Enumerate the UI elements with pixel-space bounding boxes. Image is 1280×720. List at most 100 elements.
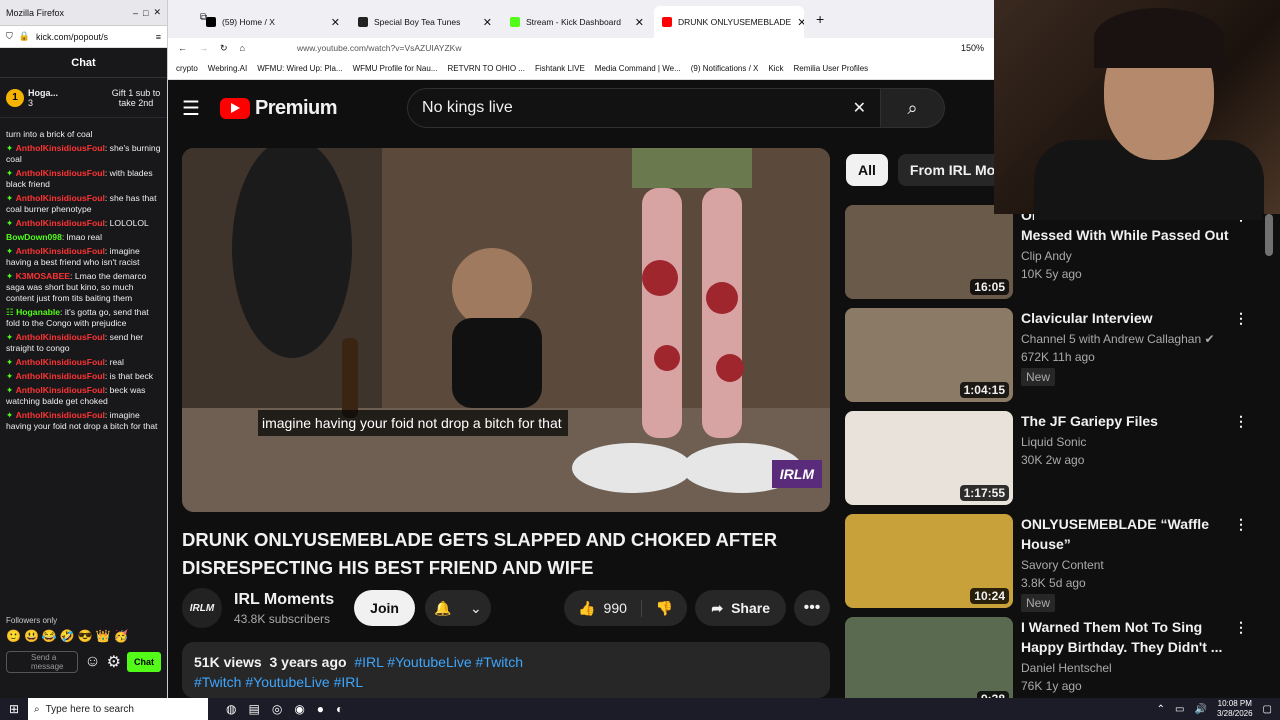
- chat-username[interactable]: AntholKinsidiousFoul: [16, 357, 105, 367]
- chrome-icon[interactable]: ◎: [272, 702, 282, 716]
- emote[interactable]: 😃: [24, 629, 39, 643]
- browser-tab[interactable]: (59) Home / X ✕: [198, 6, 348, 38]
- browser-tab[interactable]: Special Boy Tea Tunes ✕: [350, 6, 500, 38]
- video-player[interactable]: imagine having your foid not drop a bitc…: [182, 148, 830, 512]
- obs-icon[interactable]: ●: [317, 702, 324, 716]
- emote[interactable]: 👑: [96, 629, 111, 643]
- hamburger-menu-icon[interactable]: ☰: [182, 96, 200, 121]
- popout-url-bar[interactable]: ⛉ 🔒 kick.com/popout/s ≡: [0, 26, 167, 48]
- description-hashtags[interactable]: #Twitch #YoutubeLive #IRL: [194, 674, 818, 690]
- bookmark-item[interactable]: WFMU Profile for Nau...: [353, 64, 438, 73]
- rec-channel[interactable]: Channel 5 with Andrew Callaghan ✔: [1021, 332, 1234, 346]
- bookmark-item[interactable]: (9) Notifications / X: [691, 64, 759, 73]
- rec-channel[interactable]: Savory Content: [1021, 558, 1234, 572]
- chip-all[interactable]: All: [846, 154, 888, 186]
- description-box[interactable]: 51K views 3 years ago #IRL #YoutubeLive …: [182, 642, 830, 698]
- bookmark-item[interactable]: Media Command | We...: [595, 64, 681, 73]
- network-icon[interactable]: ▭: [1175, 704, 1184, 715]
- home-icon[interactable]: ⌂: [240, 43, 245, 53]
- back-icon[interactable]: ←: [178, 43, 187, 53]
- bookmark-item[interactable]: WFMU: Wired Up: Pla...: [257, 64, 342, 73]
- more-options-icon[interactable]: ⋮: [1234, 516, 1248, 533]
- emote[interactable]: 😎: [78, 629, 93, 643]
- minimize-icon[interactable]: –: [133, 8, 143, 18]
- new-tab-icon[interactable]: +: [816, 11, 824, 27]
- recommended-video[interactable]: 1:17:55 The JF Gariepy Files Liquid Sonic 3…: [845, 411, 1260, 514]
- chat-username[interactable]: AntholKinsidiousFoul: [16, 246, 105, 256]
- search-input[interactable]: No kings live ✕: [407, 88, 882, 128]
- clear-search-icon[interactable]: ✕: [853, 98, 866, 118]
- tab-close-icon[interactable]: ✕: [331, 16, 340, 29]
- dislike-button[interactable]: 👎: [642, 600, 687, 617]
- chat-username[interactable]: AntholKinsidiousFoul: [16, 332, 105, 342]
- hashtags[interactable]: #IRL #YoutubeLive #Twitch: [354, 654, 523, 670]
- rec-title[interactable]: The JF Gariepy Files: [1021, 411, 1234, 431]
- browser-tab[interactable]: Stream - Kick Dashboard ✕: [502, 6, 652, 38]
- rec-channel[interactable]: Clip Andy: [1021, 249, 1234, 263]
- chat-username[interactable]: AntholKinsidiousFoul: [16, 168, 105, 178]
- channel-avatar[interactable]: IRLM: [182, 588, 222, 628]
- tab-close-icon[interactable]: ✕: [797, 16, 804, 29]
- close-icon[interactable]: ✕: [153, 7, 161, 18]
- chat-send-button[interactable]: Chat: [127, 652, 161, 672]
- chat-username[interactable]: K3MOSABEE: [16, 271, 70, 281]
- share-button[interactable]: ➦ Share: [695, 590, 786, 626]
- more-options-icon[interactable]: ⋮: [1234, 619, 1248, 636]
- volume-icon[interactable]: 🔊: [1195, 704, 1207, 715]
- bookmark-item[interactable]: Webring.AI: [208, 64, 247, 73]
- scrollbar[interactable]: [1262, 214, 1280, 700]
- chat-username[interactable]: AntholKinsidiousFoul: [16, 218, 105, 228]
- edge-icon[interactable]: ◍: [226, 702, 236, 716]
- chat-username[interactable]: AntholKinsidiousFoul: [16, 371, 105, 381]
- video-thumbnail[interactable]: 10:24: [845, 514, 1013, 608]
- menu-icon[interactable]: ≡: [156, 32, 161, 42]
- join-button[interactable]: Join: [354, 590, 415, 626]
- maximize-icon[interactable]: □: [143, 8, 153, 18]
- bookmark-item[interactable]: Kick: [768, 64, 783, 73]
- zoom-level[interactable]: 150%: [961, 43, 984, 53]
- video-thumbnail[interactable]: 9:38: [845, 617, 1013, 700]
- bookmark-item[interactable]: Fishtank LIVE: [535, 64, 585, 73]
- steam-icon[interactable]: ◐: [336, 702, 343, 716]
- recommended-video[interactable]: 1:04:15 Clavicular Interview Channel 5 wit…: [845, 308, 1260, 411]
- tab-close-icon[interactable]: ✕: [483, 16, 492, 29]
- bookmark-item[interactable]: RETVRN TO OHIO ...: [447, 64, 525, 73]
- tray-chevron-icon[interactable]: ⌃: [1157, 704, 1165, 715]
- search-button[interactable]: ⌕: [881, 88, 946, 128]
- video-thumbnail[interactable]: 1:17:55: [845, 411, 1013, 505]
- video-thumbnail[interactable]: 16:05: [845, 205, 1013, 299]
- bookmark-item[interactable]: Remilia User Profiles: [793, 64, 868, 73]
- url-field[interactable]: www.youtube.com/watch?v=VsAZUIAYZKw: [257, 40, 949, 56]
- emote[interactable]: 😂: [42, 629, 57, 643]
- firefox-icon[interactable]: ◉: [294, 702, 304, 716]
- rec-title[interactable]: I Warned Them Not To Sing Happy Birthday…: [1021, 617, 1234, 657]
- chat-username[interactable]: AntholKinsidiousFoul: [16, 143, 105, 153]
- windows-start-icon[interactable]: ⊞: [0, 702, 28, 716]
- rec-title[interactable]: ONLYUSEMEBLADE “Waffle House”: [1021, 514, 1234, 554]
- chat-input[interactable]: Send a message: [6, 651, 79, 673]
- bookmark-item[interactable]: crypto: [176, 64, 198, 73]
- emote[interactable]: 🥳: [114, 629, 129, 643]
- clock[interactable]: 10:08 PM 3/28/2026: [1217, 699, 1253, 719]
- more-options-icon[interactable]: ⋮: [1234, 310, 1248, 327]
- tab-close-icon[interactable]: ✕: [635, 16, 644, 29]
- video-thumbnail[interactable]: 1:04:15: [845, 308, 1013, 402]
- chat-username[interactable]: BowDown098: [6, 232, 62, 242]
- settings-icon[interactable]: ⚙: [107, 652, 121, 672]
- rec-title[interactable]: Clavicular Interview: [1021, 308, 1234, 328]
- rec-channel[interactable]: Liquid Sonic: [1021, 435, 1234, 449]
- chat-username[interactable]: AntholKinsidiousFoul: [16, 193, 105, 203]
- notification-bell-button[interactable]: 🔔 ⌄: [424, 590, 491, 626]
- reload-icon[interactable]: ↻: [220, 43, 228, 54]
- emote[interactable]: 🙂: [6, 629, 21, 643]
- emote[interactable]: 🤣: [60, 629, 75, 643]
- more-options-icon[interactable]: ⋮: [1234, 413, 1248, 430]
- chat-username[interactable]: AntholKinsidiousFoul: [16, 385, 105, 395]
- file-explorer-icon[interactable]: ▤: [248, 702, 259, 716]
- recommended-video[interactable]: 16:05ONLYUSEMEBLADE Gets Messed With Whi…: [845, 205, 1260, 308]
- gift-leaderboard[interactable]: 1 Hoga... 3 Gift 1 sub to take 2nd: [0, 78, 167, 118]
- tab-list-icon[interactable]: ⧉: [200, 12, 207, 23]
- more-actions-button[interactable]: •••: [794, 590, 830, 626]
- forward-icon[interactable]: →: [199, 43, 208, 53]
- browser-tab[interactable]: DRUNK ONLYUSEMEBLADE ✕: [654, 6, 804, 38]
